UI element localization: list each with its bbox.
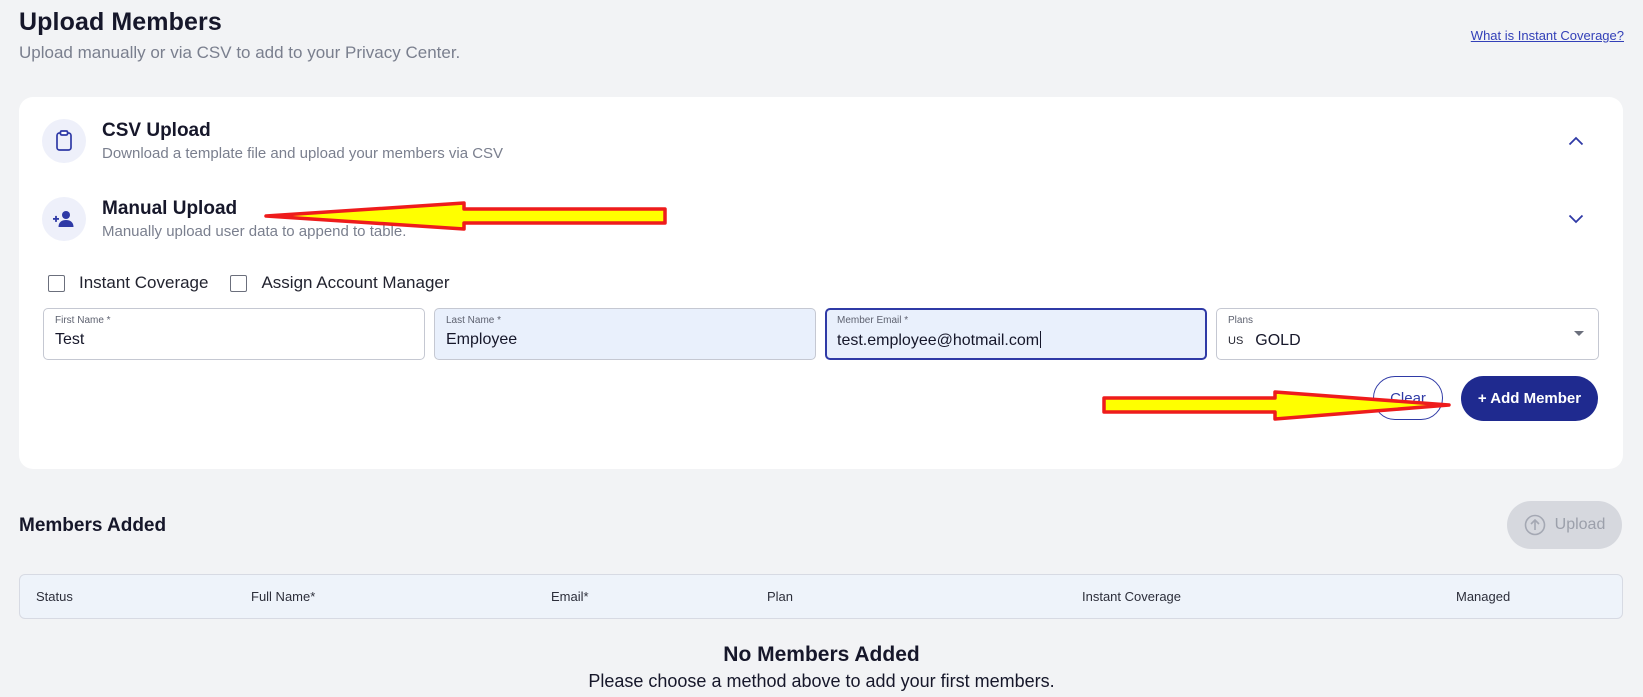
column-full-name[interactable]: Full Name* — [251, 589, 315, 604]
member-email-field[interactable]: Member Email * test.employee@hotmail.com — [825, 308, 1207, 360]
manual-upload-section[interactable]: Manual Upload Manually upload user data … — [42, 195, 1600, 243]
instant-coverage-checkbox[interactable]: Instant Coverage — [48, 273, 208, 293]
page-subtitle: Upload manually or via CSV to add to you… — [19, 43, 461, 62]
upload-arrow-icon — [1524, 514, 1545, 536]
chevron-down-icon[interactable] — [1564, 207, 1588, 231]
empty-state-title: No Members Added — [723, 643, 920, 666]
first-name-field[interactable]: First Name * Test — [43, 308, 425, 360]
chevron-up-icon[interactable] — [1564, 129, 1588, 153]
checkbox-box[interactable] — [48, 274, 65, 292]
manual-upload-description: Manually upload user data to append to t… — [102, 223, 407, 240]
column-plan[interactable]: Plan — [767, 589, 793, 604]
page-header: Upload Members Upload manually or via CS… — [19, 8, 1624, 68]
plans-label: Plans — [1228, 315, 1254, 326]
upload-button[interactable]: Upload — [1507, 501, 1622, 549]
add-person-icon — [42, 197, 86, 241]
last-name-label: Last Name * — [446, 315, 502, 326]
first-name-label: First Name * — [55, 315, 111, 326]
instant-coverage-help-link[interactable]: What is Instant Coverage? — [1471, 28, 1624, 43]
checkbox-box[interactable] — [230, 274, 248, 292]
plans-value: GOLD — [1255, 332, 1301, 349]
clear-button[interactable]: Clear — [1373, 376, 1443, 420]
empty-state-description: Please choose a method above to add your… — [588, 671, 1055, 691]
options-row: Instant Coverage Assign Account Manager — [48, 273, 450, 293]
last-name-value: Employee — [446, 331, 518, 348]
column-email[interactable]: Email* — [551, 589, 589, 604]
member-email-value: test.employee@hotmail.com — [837, 332, 1040, 349]
assign-account-manager-label: Assign Account Manager — [261, 273, 450, 292]
add-member-button[interactable]: + Add Member — [1461, 376, 1598, 421]
us-flag-icon: US — [1228, 335, 1244, 347]
csv-upload-description: Download a template file and upload your… — [102, 145, 504, 162]
members-added-title: Members Added — [19, 515, 167, 536]
first-name-value: Test — [55, 331, 85, 348]
text-caret — [1040, 331, 1042, 348]
csv-upload-section[interactable]: CSV Upload Download a template file and … — [42, 117, 1600, 165]
plans-select[interactable]: Plans US GOLD — [1216, 308, 1599, 360]
csv-upload-title: CSV Upload — [102, 120, 211, 141]
column-instant-coverage[interactable]: Instant Coverage — [1082, 589, 1181, 604]
upload-card: CSV Upload Download a template file and … — [19, 97, 1623, 469]
column-status[interactable]: Status — [36, 589, 73, 604]
clipboard-icon — [42, 119, 86, 163]
column-managed[interactable]: Managed — [1456, 589, 1510, 604]
page-title: Upload Members — [19, 8, 222, 36]
assign-account-manager-checkbox[interactable]: Assign Account Manager — [230, 273, 450, 293]
members-table-header: Status Full Name* Email* Plan Instant Co… — [19, 574, 1623, 619]
instant-coverage-label: Instant Coverage — [79, 273, 209, 292]
member-email-value-wrap: test.employee@hotmail.com — [837, 331, 1195, 350]
member-email-label: Member Email * — [837, 315, 909, 326]
dropdown-caret-icon[interactable] — [1574, 331, 1584, 336]
last-name-field[interactable]: Last Name * Employee — [434, 308, 816, 360]
manual-upload-title: Manual Upload — [102, 198, 238, 219]
upload-button-label: Upload — [1554, 516, 1606, 533]
member-form: First Name * Test Last Name * Employee M… — [43, 308, 1599, 360]
